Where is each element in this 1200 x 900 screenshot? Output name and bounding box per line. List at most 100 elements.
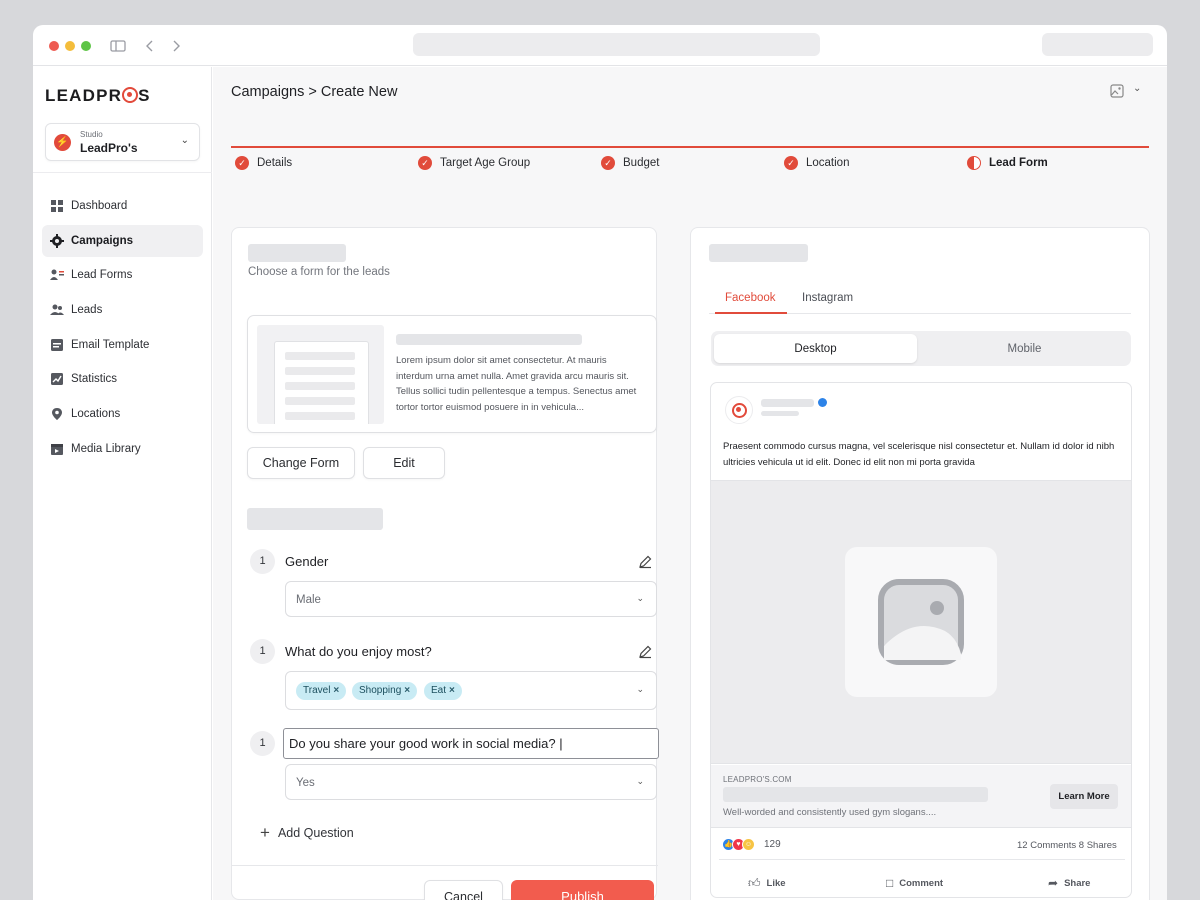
minimize-window-button[interactable] xyxy=(65,41,75,51)
change-form-button[interactable]: Change Form xyxy=(247,447,355,479)
forward-arrow-icon[interactable] xyxy=(167,37,185,55)
link-description: Well-worded and consistently used gym sl… xyxy=(723,807,937,818)
maximize-window-button[interactable] xyxy=(81,41,91,51)
comment-action[interactable]: □ Comment xyxy=(886,876,943,890)
ad-preview-panel: Facebook Instagram Desktop Mobile Praese… xyxy=(690,227,1150,900)
sidebar-item-statistics[interactable]: Statistics xyxy=(42,363,203,395)
form-description: Lorem ipsum dolor sit amet consectetur. … xyxy=(396,355,637,414)
title-placeholder xyxy=(248,244,346,262)
comments-shares-count[interactable]: 12 Comments 8 Shares xyxy=(1017,840,1117,851)
email-icon xyxy=(49,337,64,352)
sidebar-item-label: Media Library xyxy=(71,442,141,455)
close-window-button[interactable] xyxy=(49,41,59,51)
sidebar-item-label: Leads xyxy=(71,304,103,317)
pencil-icon[interactable] xyxy=(638,554,653,569)
chip-label: Shopping xyxy=(359,685,402,696)
learn-more-button[interactable]: Learn More xyxy=(1050,784,1118,809)
form-title-placeholder xyxy=(396,334,582,345)
divider xyxy=(232,865,658,866)
device-toggle: Desktop Mobile xyxy=(711,331,1131,366)
tag-chip[interactable]: Shopping × xyxy=(352,682,418,700)
studio-label: Studio xyxy=(80,130,103,139)
back-arrow-icon[interactable] xyxy=(141,37,159,55)
selected-form-preview[interactable]: Lorem ipsum dolor sit amet consectetur. … xyxy=(247,315,657,433)
step-details[interactable]: ✓ Details xyxy=(235,156,292,170)
step-target-age-group[interactable]: ✓ Target Age Group xyxy=(418,156,530,170)
chevron-down-icon: ⌄ xyxy=(180,135,189,146)
leadpros-logo[interactable]: LEADPR S xyxy=(45,86,151,106)
form-thumbnail xyxy=(257,325,384,424)
sidebar-item-email-template[interactable]: Email Template xyxy=(42,329,203,361)
active-tab-indicator xyxy=(715,312,787,314)
chevron-down-icon[interactable]: ⌄ xyxy=(1133,83,1141,94)
like-action[interactable]: 👍︎ Like xyxy=(748,876,786,891)
question-text-input[interactable]: Do you share your good work in social me… xyxy=(283,728,659,759)
publish-button[interactable]: Publish xyxy=(511,880,654,900)
page-name-placeholder xyxy=(761,399,814,407)
social-share-select[interactable]: Yes ⌄ xyxy=(285,764,657,800)
image-placeholder-icon xyxy=(845,547,997,697)
sidebar-item-leads[interactable]: Leads xyxy=(42,294,203,326)
link-preview[interactable]: LEADPRO'S.COM Well-worded and consistent… xyxy=(711,765,1131,828)
gender-select[interactable]: Male ⌄ xyxy=(285,581,657,617)
media-icon xyxy=(49,441,64,456)
divider xyxy=(33,172,212,173)
sidebar-nav: Dashboard Campaigns Lead Forms Leads Ema… xyxy=(42,190,203,468)
sidebar-item-media-library[interactable]: Media Library xyxy=(42,433,203,465)
action-label: Share xyxy=(1064,877,1091,889)
progress-line xyxy=(231,146,1149,148)
tag-chip[interactable]: Travel × xyxy=(296,682,347,700)
remove-icon[interactable]: × xyxy=(404,685,410,696)
lead-forms-icon xyxy=(49,268,64,283)
edit-form-button[interactable]: Edit xyxy=(363,447,445,479)
step-location[interactable]: ✓ Location xyxy=(784,156,849,170)
share-action[interactable]: ➦ Share xyxy=(1048,876,1090,890)
step-label: Location xyxy=(806,157,850,169)
dashboard-icon xyxy=(49,199,64,214)
tab-instagram[interactable]: Instagram xyxy=(802,292,853,304)
question-number: 1 xyxy=(250,639,275,664)
remove-icon[interactable]: × xyxy=(333,685,339,696)
location-pin-icon xyxy=(49,407,64,422)
avatar xyxy=(725,396,753,424)
sidebar-toggle-icon[interactable] xyxy=(109,37,127,55)
tag-chip[interactable]: Eat × xyxy=(424,682,462,700)
sidebar-item-label: Lead Forms xyxy=(71,269,133,282)
target-icon xyxy=(731,402,747,418)
check-icon: ✓ xyxy=(784,156,798,170)
image-icon[interactable] xyxy=(1110,84,1124,98)
chevron-down-icon: ⌄ xyxy=(636,593,644,603)
sidebar-item-label: Dashboard xyxy=(71,200,128,212)
sidebar-item-lead-forms[interactable]: Lead Forms xyxy=(42,259,203,291)
interests-multiselect[interactable]: Travel × Shopping × Eat × ⌄ xyxy=(285,671,657,710)
facebook-post-preview: Praesent commodo cursus magna, vel scele… xyxy=(710,382,1132,898)
cancel-button[interactable]: Cancel xyxy=(424,880,503,900)
step-label: Target Age Group xyxy=(440,157,531,169)
browser-window: LEADPR S ⚡ Studio LeadPro's ⌄ Dashboard C… xyxy=(33,25,1167,900)
plus-icon: + xyxy=(260,823,270,842)
tab-facebook[interactable]: Facebook xyxy=(725,292,776,304)
remove-icon[interactable]: × xyxy=(449,685,455,696)
verified-badge-icon xyxy=(818,398,827,407)
link-domain: LEADPRO'S.COM xyxy=(723,775,792,784)
step-label: Details xyxy=(257,157,293,169)
comment-icon: □ xyxy=(886,876,894,890)
sidebar-item-dashboard[interactable]: Dashboard xyxy=(42,190,203,222)
pencil-icon[interactable] xyxy=(638,644,653,659)
step-lead-form[interactable]: Lead Form xyxy=(967,156,1048,170)
reactions-summary[interactable]: 👍 ♥ ☺ 129 xyxy=(722,838,781,851)
studio-selector[interactable]: ⚡ Studio LeadPro's ⌄ xyxy=(45,123,200,161)
main-content: Campaigns > Create New ⌄ ✓ Details ✓ Tar… xyxy=(213,67,1167,900)
post-meta-placeholder xyxy=(761,411,799,416)
add-question-button[interactable]: + Add Question xyxy=(260,824,354,841)
studio-value: LeadPro's xyxy=(80,141,138,155)
step-budget[interactable]: ✓ Budget xyxy=(601,156,659,170)
desktop-option[interactable]: Desktop xyxy=(714,334,917,363)
post-image xyxy=(711,480,1131,764)
haha-reaction-icon: ☺ xyxy=(742,838,755,851)
mobile-option[interactable]: Mobile xyxy=(921,334,1128,363)
sidebar-item-campaigns[interactable]: Campaigns xyxy=(42,224,203,257)
sidebar-item-locations[interactable]: Locations xyxy=(42,398,203,430)
question-number: 1 xyxy=(250,549,275,574)
address-bar[interactable] xyxy=(413,33,820,56)
